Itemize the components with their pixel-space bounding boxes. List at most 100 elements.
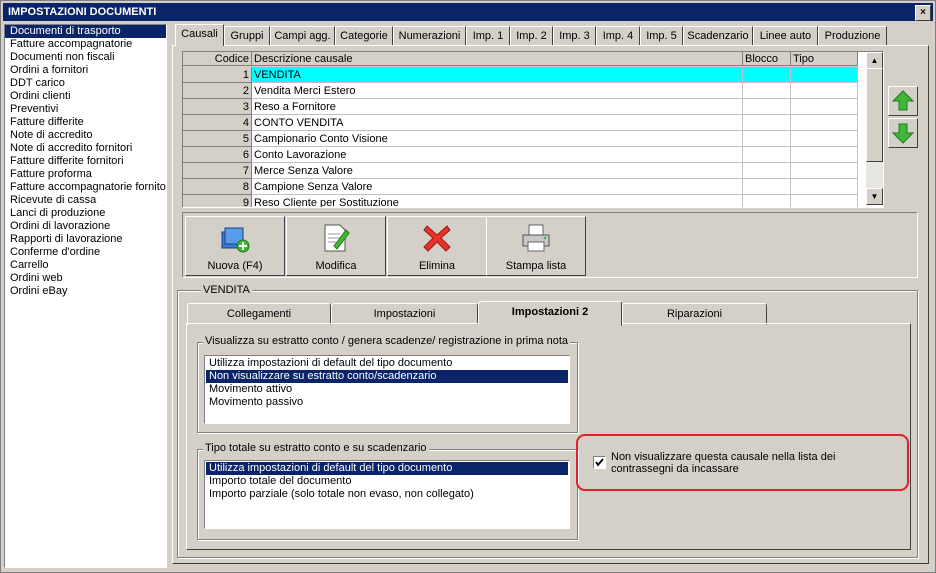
row-block[interactable]: [743, 179, 791, 195]
row-type[interactable]: [791, 99, 858, 115]
list-item[interactable]: Utilizza impostazioni di default del tip…: [206, 462, 568, 475]
tab-categorie[interactable]: Categorie: [335, 26, 393, 45]
table-row[interactable]: 3 Reso a Fornitore: [183, 99, 858, 115]
document-type-item[interactable]: Ordini clienti: [5, 90, 166, 103]
table-row[interactable]: 6 Conto Lavorazione: [183, 147, 858, 163]
delete-button[interactable]: Elimina: [387, 216, 487, 276]
subtab-riparazioni[interactable]: Riparazioni: [622, 303, 767, 325]
tab-scadenzario[interactable]: Scadenzario: [683, 26, 753, 45]
row-type[interactable]: [791, 147, 858, 163]
row-block[interactable]: [743, 163, 791, 179]
row-description[interactable]: VENDITA: [252, 67, 743, 83]
cod-checkbox[interactable]: [593, 456, 606, 469]
table-row[interactable]: 8 Campione Senza Valore: [183, 179, 858, 195]
tab-imp-4[interactable]: Imp. 4: [596, 26, 640, 45]
grid-scrollbar[interactable]: ▲ ▼: [866, 52, 883, 205]
document-type-item[interactable]: Ordini di lavorazione: [5, 220, 166, 233]
document-type-item[interactable]: DDT carico: [5, 77, 166, 90]
row-block[interactable]: [743, 83, 791, 99]
row-description[interactable]: Reso Cliente per Sostituzione: [252, 195, 743, 207]
document-type-item[interactable]: Documenti di trasporto: [5, 25, 166, 38]
tab-campi-agg[interactable]: Campi agg.: [270, 26, 335, 45]
total-type-options-list[interactable]: Utilizza impostazioni di default del tip…: [204, 460, 570, 529]
row-block[interactable]: [743, 195, 791, 207]
cod-checkbox-label[interactable]: Non visualizzare questa causale nella li…: [611, 451, 896, 475]
row-block[interactable]: [743, 67, 791, 83]
table-row[interactable]: 7 Merce Senza Valore: [183, 163, 858, 179]
row-description[interactable]: Campione Senza Valore: [252, 179, 743, 195]
scroll-thumb[interactable]: [866, 68, 883, 162]
table-row[interactable]: 4 CONTO VENDITA: [183, 115, 858, 131]
row-description[interactable]: Merce Senza Valore: [252, 163, 743, 179]
table-row[interactable]: 2 Vendita Merci Estero: [183, 83, 858, 99]
row-description[interactable]: Conto Lavorazione: [252, 147, 743, 163]
row-block[interactable]: [743, 115, 791, 131]
row-block[interactable]: [743, 99, 791, 115]
header-block[interactable]: Blocco: [743, 52, 791, 66]
move-down-button[interactable]: [888, 118, 918, 148]
row-description[interactable]: Reso a Fornitore: [252, 99, 743, 115]
tab-linee-auto[interactable]: Linee auto: [753, 26, 818, 45]
tab-causali[interactable]: Causali: [175, 24, 224, 46]
table-row[interactable]: 9 Reso Cliente per Sostituzione: [183, 195, 858, 207]
subtab-collegamenti[interactable]: Collegamenti: [187, 303, 331, 325]
header-description[interactable]: Descrizione causale: [252, 52, 743, 66]
row-block[interactable]: [743, 131, 791, 147]
tab-imp-2[interactable]: Imp. 2: [510, 26, 553, 45]
list-item[interactable]: Movimento passivo: [206, 396, 568, 409]
subtab-impostazioni-2[interactable]: Impostazioni 2: [478, 301, 622, 326]
new-button[interactable]: Nuova (F4): [185, 216, 285, 276]
print-list-button[interactable]: Stampa lista: [486, 216, 586, 276]
tab-imp-3[interactable]: Imp. 3: [553, 26, 596, 45]
move-up-button[interactable]: [888, 86, 918, 116]
row-type[interactable]: [791, 131, 858, 147]
tab-imp-1[interactable]: Imp. 1: [466, 26, 510, 45]
document-type-item[interactable]: Ordini web: [5, 272, 166, 285]
scroll-up-icon[interactable]: ▲: [866, 52, 883, 69]
document-type-item[interactable]: Fatture accompagnatorie fornitori: [5, 181, 166, 194]
document-type-item[interactable]: Carrello: [5, 259, 166, 272]
row-description[interactable]: CONTO VENDITA: [252, 115, 743, 131]
row-type[interactable]: [791, 115, 858, 131]
scroll-down-icon[interactable]: ▼: [866, 188, 883, 205]
edit-button[interactable]: Modifica: [286, 216, 386, 276]
document-type-item[interactable]: Preventivi: [5, 103, 166, 116]
document-type-item[interactable]: Fatture proforma: [5, 168, 166, 181]
list-item[interactable]: Non visualizzare su estratto conto/scade…: [206, 370, 568, 383]
row-block[interactable]: [743, 147, 791, 163]
tab-produzione[interactable]: Produzione: [818, 26, 887, 45]
document-type-item[interactable]: Conferme d'ordine: [5, 246, 166, 259]
tab-gruppi[interactable]: Gruppi: [224, 26, 270, 45]
document-type-item[interactable]: Lanci di produzione: [5, 207, 166, 220]
list-item[interactable]: Movimento attivo: [206, 383, 568, 396]
document-type-item[interactable]: Note di accredito: [5, 129, 166, 142]
document-type-item[interactable]: Documenti non fiscali: [5, 51, 166, 64]
row-description[interactable]: Vendita Merci Estero: [252, 83, 743, 99]
row-type[interactable]: [791, 67, 858, 83]
list-item[interactable]: Importo totale del documento: [206, 475, 568, 488]
table-row[interactable]: 5 Campionario Conto Visione: [183, 131, 858, 147]
close-button[interactable]: ×: [915, 5, 931, 21]
row-type[interactable]: [791, 179, 858, 195]
document-type-list[interactable]: Documenti di trasporto Fatture accompagna…: [4, 24, 167, 568]
list-item[interactable]: Utilizza impostazioni di default del tip…: [206, 357, 568, 370]
subtab-impostazioni[interactable]: Impostazioni: [331, 303, 478, 325]
statement-options-list[interactable]: Utilizza impostazioni di default del tip…: [204, 355, 570, 424]
header-type[interactable]: Tipo: [791, 52, 858, 66]
tab-imp-5[interactable]: Imp. 5: [640, 26, 683, 45]
row-type[interactable]: [791, 163, 858, 179]
document-type-item[interactable]: Ricevute di cassa: [5, 194, 166, 207]
table-row[interactable]: 1 VENDITA: [183, 67, 858, 83]
document-type-item[interactable]: Note di accredito fornitori: [5, 142, 166, 155]
row-description[interactable]: Campionario Conto Visione: [252, 131, 743, 147]
document-type-item[interactable]: Rapporti di lavorazione: [5, 233, 166, 246]
header-code[interactable]: Codice: [183, 52, 252, 66]
list-item[interactable]: Importo parziale (solo totale non evaso,…: [206, 488, 568, 501]
row-type[interactable]: [791, 83, 858, 99]
row-type[interactable]: [791, 195, 858, 207]
tab-numerazioni[interactable]: Numerazioni: [393, 26, 466, 45]
causali-grid[interactable]: Codice Descrizione causale Blocco Tipo 1…: [182, 51, 884, 208]
document-type-item[interactable]: Ordini eBay: [5, 285, 166, 298]
document-type-item[interactable]: Fatture accompagnatorie: [5, 38, 166, 51]
document-type-item[interactable]: Ordini a fornitori: [5, 64, 166, 77]
